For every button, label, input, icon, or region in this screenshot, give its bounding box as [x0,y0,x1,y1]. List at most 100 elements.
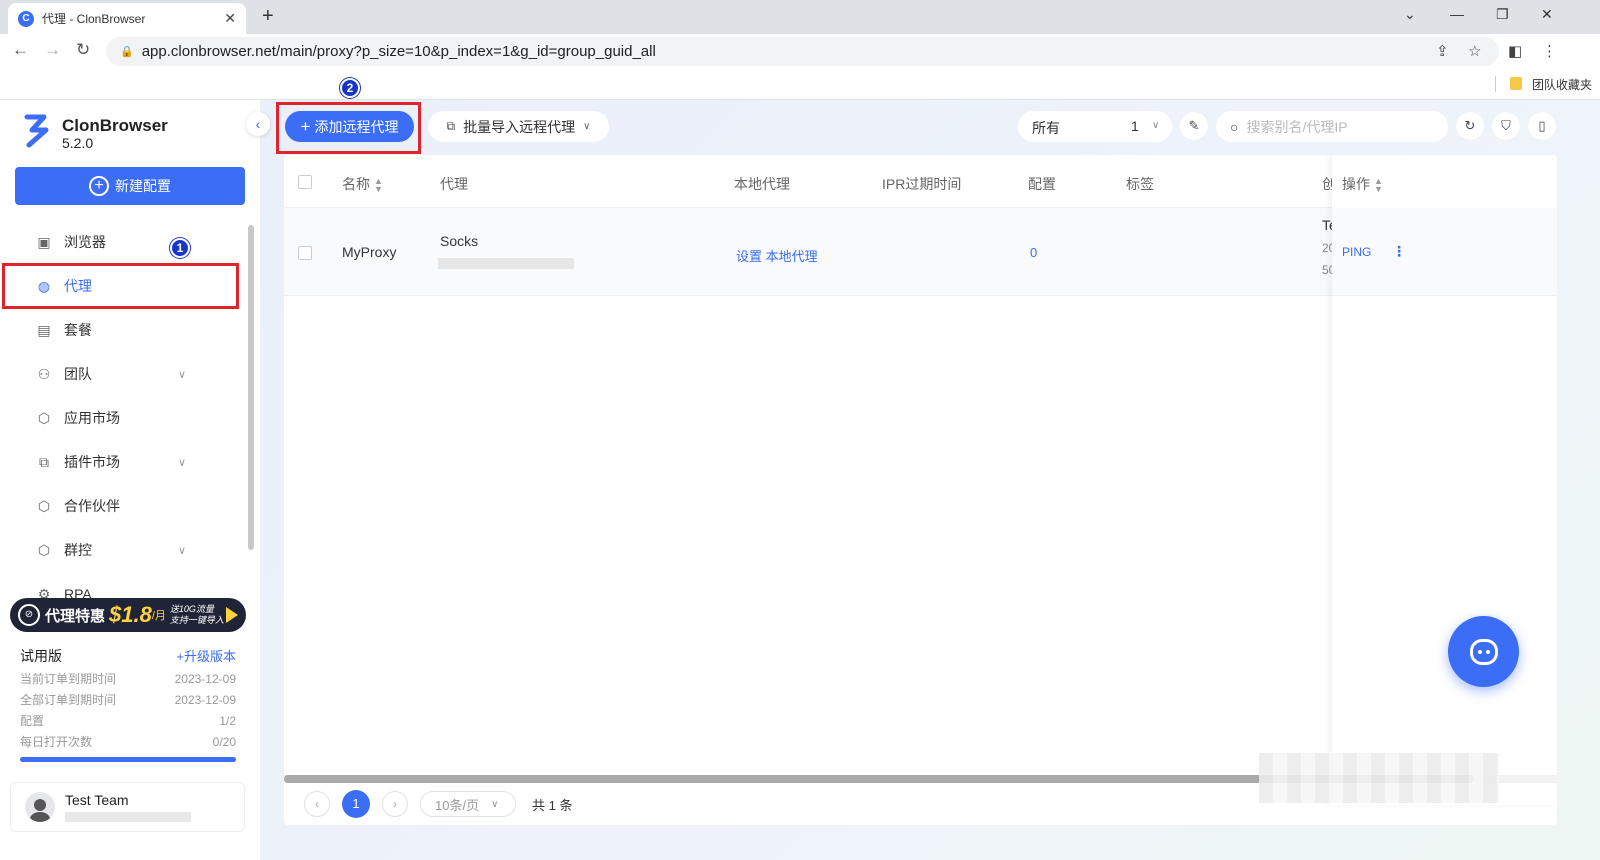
filter-count: 1 [1131,118,1139,134]
plan-row-value: 1/2 [219,713,236,728]
chevron-down-icon: ∨ [178,456,187,469]
filter-icon[interactable]: ⛉ [1492,112,1520,140]
promo-unit: /月 [151,610,166,622]
tab-search-chevron-icon[interactable]: ⌄ [1404,6,1416,23]
group-filter-select[interactable]: 所有 1 ∨ [1018,111,1172,142]
sidebar-item-rpa[interactable]: ⚙ RPA [0,572,245,598]
column-name-label: 名称 [342,176,370,192]
column-local-proxy: 本地代理 [734,176,790,192]
refresh-icon[interactable]: ↻ [1456,112,1484,140]
sidebar-item-label: 浏览器 [64,234,106,250]
proxy-name: MyProxy [342,244,397,260]
sidebar-item-partners[interactable]: ⬡ 合作伙伴 [0,484,245,528]
sidebar-item-package[interactable]: ▤ 套餐 [0,308,245,352]
next-page-icon[interactable]: › [382,791,408,817]
back-icon[interactable]: ← [12,40,29,60]
promo-subtext: 送10G流量 支持一键导入 [170,604,224,626]
plus-circle-icon: + [89,176,109,196]
progress-fill [20,757,236,762]
proxy-address-redacted [438,258,574,269]
plan-row: 每日打开次数 0/20 [20,731,236,752]
chevron-down-icon: ∨ [178,368,187,381]
restore-icon[interactable]: ❐ [1496,6,1509,23]
bookmarks-bar: 团队收藏夹 [0,68,1600,100]
sidebar-scrollbar[interactable] [248,225,254,550]
plan-row: 全部订单到期时间 2023-12-09 [20,689,236,710]
browser-tab[interactable]: C 代理 - ClonBrowser ✕ [8,3,246,34]
brand-name: ClonBrowser [62,116,168,135]
cube-icon: ⬡ [37,410,51,426]
clipboard-icon[interactable]: ▯ [1528,112,1556,140]
side-panel-icon[interactable]: ◧ [1508,42,1522,60]
plan-row-label: 当前订单到期时间 [20,672,117,686]
promo-line2: 支持一键导入 [169,615,224,625]
batch-import-label: 批量导入远程代理 [463,118,576,135]
plan-row: 配置 1/2 [20,710,236,731]
plan-row-value: 0/20 [212,734,236,749]
sidebar-item-browser[interactable]: ▣ 浏览器 [0,220,245,264]
config-count-link[interactable]: 0 [1030,245,1037,260]
select-all-checkbox[interactable] [298,175,312,189]
tab-close-icon[interactable]: ✕ [224,10,236,27]
column-name[interactable]: 名称 ▲ ▼ [342,174,383,194]
sort-icon: ▲ ▼ [374,176,383,195]
actions-fixed-column: 操作 ▲ ▼ PING ⋮ [1332,155,1557,805]
sidebar-item-label: 套餐 [64,322,92,338]
team-switcher[interactable]: Test Team [10,782,245,832]
share-icon[interactable]: ⇪ [1436,42,1449,60]
search-box[interactable]: ○ [1216,111,1448,142]
browser-tab-strip: C 代理 - ClonBrowser ✕ + ⌄ — ❐ ✕ [0,0,1600,34]
play-arrow-icon [226,607,238,623]
created-column-clip: Te 20 50 [1322,217,1332,289]
set-local-proxy-link[interactable]: 设置 本地代理 [736,246,818,265]
cube-icon: ⬡ [37,542,51,558]
search-input[interactable] [1246,118,1427,135]
column-ipr-expire: IPR过期时间 [882,176,962,192]
folder-icon [1510,77,1522,90]
wallet-icon: ▤ [37,322,51,338]
app-area: ClonBrowser 5.2.0 + 新建配置 ▣ 浏览器 ◍ 代理 ▤ 套餐… [0,100,1600,860]
prev-page-icon[interactable]: ‹ [304,791,330,817]
proxy-type: Socks [440,233,479,249]
page-number[interactable]: 1 [342,790,370,818]
plan-row-value: 2023-12-09 [174,671,236,686]
bookmark-star-icon[interactable]: ☆ [1468,42,1481,60]
plan-row-label: 每日打开次数 [20,735,93,749]
url-field[interactable]: 🔒 app.clonbrowser.net/main/proxy?p_size=… [106,37,1499,66]
browser-menu-icon[interactable]: ⋮ [1542,42,1557,60]
minimize-icon[interactable]: — [1450,6,1464,22]
import-icon: ⧉ [446,119,456,133]
created-line-1: Te [1322,217,1332,233]
ping-button[interactable]: PING [1342,245,1371,259]
edit-icon[interactable]: ✎ [1180,112,1208,140]
cube-icon: ⬡ [37,498,51,514]
step-badge-2: 2 [340,78,360,98]
column-actions[interactable]: 操作 ▲ ▼ [1342,174,1383,194]
customer-service-button[interactable] [1448,616,1519,687]
redacted-area [1259,753,1499,803]
bookmark-team-folder[interactable]: 团队收藏夹 [1532,76,1592,93]
sidebar-item-group-control[interactable]: ⬡ 群控 ∨ [0,528,245,572]
sidebar-item-app-market[interactable]: ⬡ 应用市场 [0,396,245,440]
collapse-sidebar-icon[interactable]: ‹ [246,112,270,136]
avatar [25,792,55,822]
upgrade-link[interactable]: +升级版本 [176,646,236,668]
reload-icon[interactable]: ↻ [76,40,90,60]
batch-import-button[interactable]: ⧉ 批量导入远程代理 ∨ [428,111,609,142]
row-checkbox[interactable] [298,246,312,260]
more-actions-icon[interactable]: ⋮ [1392,243,1406,260]
sidebar-item-plugin-market[interactable]: ⧉ 插件市场 ∨ [0,440,245,484]
total-count: 共 1 条 [532,797,573,813]
sidebar: ClonBrowser 5.2.0 + 新建配置 ▣ 浏览器 ◍ 代理 ▤ 套餐… [0,100,260,860]
proxy-promo-banner[interactable]: ⊘ 代理特惠 $1.8 /月 送10G流量 支持一键导入 [10,598,246,632]
chevron-down-icon: ∨ [1152,120,1160,131]
window-close-icon[interactable]: ✕ [1541,6,1553,23]
new-config-button[interactable]: + 新建配置 [15,167,245,205]
sidebar-item-team[interactable]: ⚇ 团队 ∨ [0,352,245,396]
new-tab-icon[interactable]: + [262,5,274,28]
plan-row-label: 全部订单到期时间 [20,693,117,707]
page-size-select[interactable]: 10条/页 ∨ [420,791,516,817]
forward-icon[interactable]: → [44,40,61,60]
promo-text: 代理特惠 [45,607,106,625]
puzzle-icon: ⧉ [39,454,49,470]
